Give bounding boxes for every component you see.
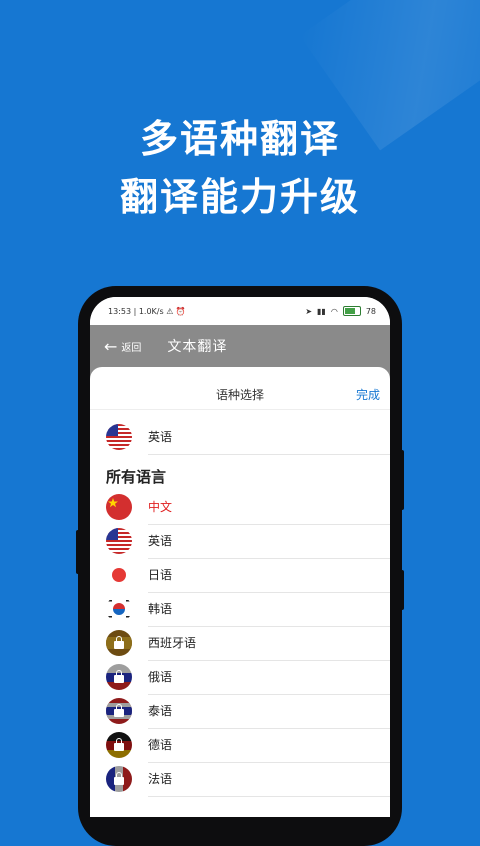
es-flag-icon xyxy=(106,630,132,656)
phone-side-button xyxy=(400,450,404,510)
lock-icon xyxy=(114,670,124,683)
ru-flag-icon xyxy=(106,664,132,690)
status-bar: 13:53 | 1.0K/s ⚠ ⏰ ➤ ▮▮ ◠ 78 xyxy=(90,297,390,325)
cn-flag-icon xyxy=(106,494,132,520)
language-name: 韩语 xyxy=(148,592,390,627)
app-bar: ← 返回 文本翻译 xyxy=(90,325,390,367)
signal-icon: ▮▮ xyxy=(317,306,326,316)
language-name: 英语 xyxy=(148,420,390,455)
language-item-spanish[interactable]: 西班牙语 xyxy=(90,626,390,661)
battery-level: 78 xyxy=(365,306,376,316)
lock-icon xyxy=(114,738,124,751)
language-item-japanese[interactable]: 日语 xyxy=(90,558,390,593)
back-label: 返回 xyxy=(121,342,142,354)
phone-screen: 13:53 | 1.0K/s ⚠ ⏰ ➤ ▮▮ ◠ 78 ← 返回 文本翻译 语… xyxy=(90,297,390,817)
page-title: 文本翻译 xyxy=(167,339,228,355)
language-item-english[interactable]: 英语 xyxy=(90,524,390,559)
de-flag-icon xyxy=(106,732,132,758)
location-icon: ➤ xyxy=(305,306,313,316)
sheet-header: 语种选择 完成 xyxy=(90,379,390,410)
language-item-french[interactable]: 法语 xyxy=(90,762,390,797)
language-list: 中文 英语 日语 韩语 西班牙语 俄语 泰语 德语 法语 xyxy=(90,490,390,797)
language-item-chinese[interactable]: 中文 xyxy=(90,490,390,525)
th-flag-icon xyxy=(106,698,132,724)
lock-icon xyxy=(114,636,124,649)
language-name: 俄语 xyxy=(148,660,390,695)
jp-flag-icon xyxy=(106,562,132,588)
sheet-top-edge xyxy=(90,367,390,379)
language-item-russian[interactable]: 俄语 xyxy=(90,660,390,695)
lock-icon xyxy=(114,772,124,785)
phone-side-button xyxy=(76,530,80,574)
scrolled-row-remnant xyxy=(90,410,390,420)
fr-flag-icon xyxy=(106,766,132,792)
language-name: 英语 xyxy=(148,524,390,559)
language-item-korean[interactable]: 韩语 xyxy=(90,592,390,627)
back-arrow-icon: ← xyxy=(104,336,118,356)
language-name: 西班牙语 xyxy=(148,626,390,661)
language-name: 日语 xyxy=(148,558,390,593)
us-flag-icon xyxy=(106,528,132,554)
language-name: 中文 xyxy=(148,490,390,525)
promo-headline-1: 多语种翻译 xyxy=(139,117,340,161)
language-name: 泰语 xyxy=(148,694,390,729)
language-name: 法语 xyxy=(148,762,390,797)
battery-icon xyxy=(342,306,361,316)
section-all-languages: 所有语言 xyxy=(106,468,167,486)
status-time: 13:53 | 1.0K/s ⚠ ⏰ xyxy=(108,306,186,316)
us-flag-icon xyxy=(106,424,132,450)
back-button[interactable]: ← 返回 xyxy=(104,337,141,356)
recent-language-item[interactable]: 英语 xyxy=(90,420,390,455)
lock-icon xyxy=(114,704,124,717)
language-item-german[interactable]: 德语 xyxy=(90,728,390,763)
language-name: 德语 xyxy=(148,728,390,763)
promo-headline-2: 翻译能力升级 xyxy=(119,175,360,219)
language-item-thai[interactable]: 泰语 xyxy=(90,694,390,729)
kr-flag-icon xyxy=(106,596,132,622)
wifi-icon: ◠ xyxy=(330,306,338,316)
sheet-title: 语种选择 xyxy=(215,387,264,402)
phone-side-button xyxy=(400,570,404,610)
done-button[interactable]: 完成 xyxy=(356,386,380,403)
